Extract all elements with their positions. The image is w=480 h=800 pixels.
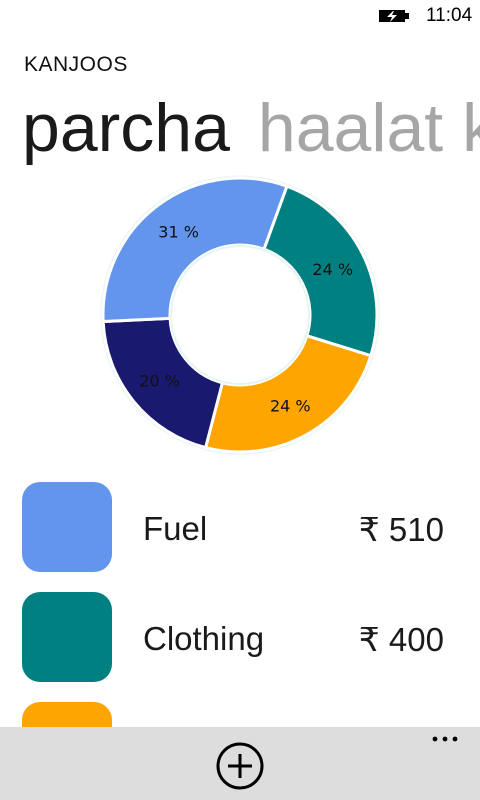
add-circle-icon[interactable] [215,741,265,791]
pivot-item-haalat[interactable]: haalat k [258,90,480,166]
legend-item-fuel[interactable]: Fuel ₹ 510 [0,482,480,592]
slice-label: 20 % [139,371,180,390]
slice-label: 24 % [270,396,311,415]
legend-label: Clothing [143,620,265,657]
legend-label: Fuel [143,510,208,547]
donut-chart: 24 % 24 % 20 % 31 % [100,175,380,455]
legend-swatch [22,702,112,727]
status-time: 11:04 [426,5,473,26]
status-bar: 11:04 [0,0,480,32]
app-title: KANJOOS [24,53,128,76]
battery-charging-icon [379,10,409,22]
slice-label: 24 % [312,260,353,279]
legend-list: Fuel ₹ 510 Clothing ₹ 400 [0,482,480,727]
donut-hole [170,245,310,385]
pivot-item-parcha[interactable]: parcha [22,90,230,166]
legend-item-partial[interactable] [0,702,480,727]
legend-swatch [22,592,112,682]
application-bar [0,727,480,800]
legend-amount: ₹ 510 [358,511,444,548]
legend-swatch [22,482,112,572]
more-ellipsis-icon[interactable] [430,731,460,747]
slice-label: 31 % [158,223,199,242]
pivot-header: parcha haalat k [22,88,480,168]
legend-item-clothing[interactable]: Clothing ₹ 400 [0,592,480,702]
legend-amount: ₹ 400 [358,621,444,658]
